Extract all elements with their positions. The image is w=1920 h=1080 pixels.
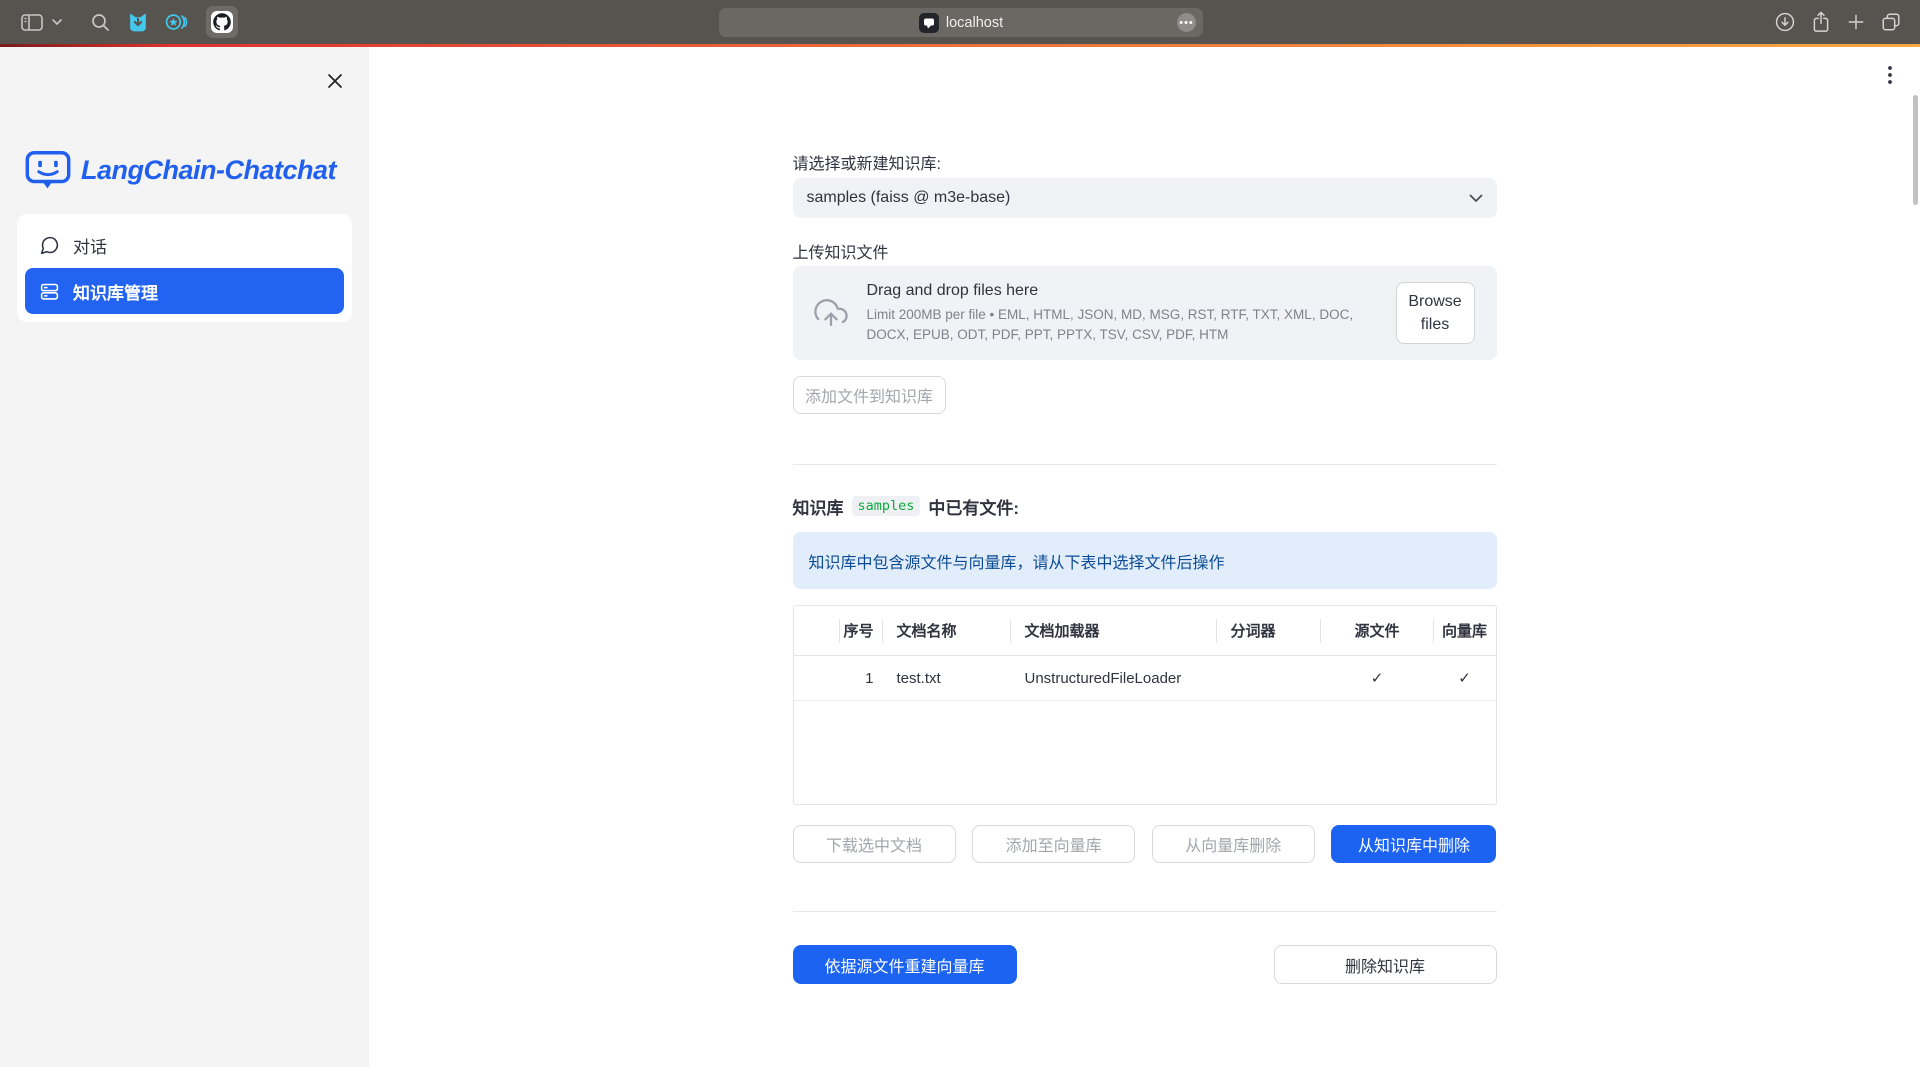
tab-overview-icon[interactable] bbox=[1880, 11, 1902, 33]
chevron-down-icon[interactable] bbox=[50, 8, 64, 36]
cell-loader: UnstructuredFileLoader bbox=[1011, 656, 1217, 700]
column-header-splitter: 分词器 bbox=[1217, 606, 1321, 655]
cell-sourcefile-check: ✓ bbox=[1321, 656, 1434, 700]
app-logo-text: LangChain-Chatchat bbox=[81, 155, 336, 186]
sidebar-nav: 对话 知识库管理 bbox=[17, 214, 352, 322]
sidebar-item-dialogue[interactable]: 对话 bbox=[25, 222, 344, 268]
kb-select-value: samples (faiss @ m3e-base) bbox=[807, 189, 1011, 207]
delete-kb-global-button[interactable]: 删除知识库 bbox=[1274, 945, 1497, 984]
cell-index: 1 bbox=[840, 656, 883, 700]
search-icon[interactable] bbox=[86, 8, 114, 36]
chat-bubble-logo-icon bbox=[25, 150, 71, 190]
browser-toolbar: localhost ••• bbox=[0, 0, 1920, 44]
site-favicon bbox=[919, 13, 939, 33]
table-row[interactable]: 1 test.txt UnstructuredFileLoader ✓ ✓ bbox=[794, 656, 1496, 701]
address-bar[interactable]: localhost ••• bbox=[719, 8, 1203, 37]
column-header-sourcefile: 源文件 bbox=[1321, 606, 1434, 655]
existing-files-heading: 知识库 samples 中已有文件: bbox=[793, 495, 1497, 517]
cloud-upload-icon bbox=[811, 296, 851, 330]
close-icon bbox=[326, 72, 344, 90]
info-banner: 知识库中包含源文件与向量库，请从下表中选择文件后操作 bbox=[793, 532, 1497, 589]
divider bbox=[793, 464, 1497, 465]
kb-name-code: samples bbox=[852, 496, 921, 516]
table-header-row: 序号 文档名称 文档加载器 分词器 源文件 向量库 bbox=[794, 606, 1496, 656]
cell-docname: test.txt bbox=[883, 656, 1011, 700]
delete-from-vectorstore-button[interactable]: 从向量库删除 bbox=[1152, 825, 1315, 863]
sidebar-toggle-icon[interactable] bbox=[18, 8, 46, 36]
github-tab[interactable] bbox=[206, 6, 238, 38]
app-logo: LangChain-Chatchat bbox=[25, 150, 369, 190]
column-header-loader: 文档加载器 bbox=[1011, 606, 1217, 655]
column-header-index: 序号 bbox=[840, 606, 883, 655]
kb-global-actions: 依据源文件重建向量库 删除知识库 bbox=[793, 945, 1497, 984]
new-tab-icon[interactable] bbox=[1846, 12, 1866, 32]
extension-downloader-icon[interactable] bbox=[124, 8, 152, 36]
chat-icon bbox=[39, 235, 60, 256]
page-options-button[interactable]: ••• bbox=[1177, 13, 1196, 32]
heading-suffix: 中已有文件: bbox=[928, 494, 1019, 519]
cell-splitter bbox=[1217, 656, 1321, 700]
heading-prefix: 知识库 bbox=[793, 494, 844, 519]
file-actions: 下载选中文档 添加至向量库 从向量库删除 从知识库中删除 bbox=[793, 825, 1497, 863]
files-table[interactable]: 序号 文档名称 文档加载器 分词器 源文件 向量库 1 test.txt Uns… bbox=[793, 605, 1497, 805]
scrollbar-thumb[interactable] bbox=[1913, 95, 1918, 205]
extension-radar-icon[interactable] bbox=[162, 8, 190, 36]
downloads-icon[interactable] bbox=[1774, 11, 1796, 33]
app-menu-button[interactable] bbox=[1878, 63, 1902, 87]
browse-files-button[interactable]: Browse files bbox=[1396, 282, 1475, 344]
sidebar-item-label: 知识库管理 bbox=[73, 279, 158, 304]
dropzone-title: Drag and drop files here bbox=[867, 282, 1377, 300]
kb-select-label: 请选择或新建知识库: bbox=[793, 150, 1497, 170]
delete-from-kb-button[interactable]: 从知识库中删除 bbox=[1331, 825, 1496, 863]
file-dropzone[interactable]: Drag and drop files here Limit 200MB per… bbox=[793, 266, 1497, 360]
sidebar-close-button[interactable] bbox=[323, 69, 347, 93]
add-to-vectorstore-button[interactable]: 添加至向量库 bbox=[972, 825, 1135, 863]
column-header-vectorstore: 向量库 bbox=[1434, 606, 1496, 655]
chevron-down-icon bbox=[1469, 194, 1483, 203]
download-selected-button[interactable]: 下载选中文档 bbox=[793, 825, 956, 863]
share-icon[interactable] bbox=[1810, 10, 1832, 34]
add-files-to-kb-button[interactable]: 添加文件到知识库 bbox=[793, 376, 946, 414]
cell-marker bbox=[794, 656, 840, 700]
kebab-menu-icon bbox=[1888, 66, 1892, 84]
upload-label: 上传知识文件 bbox=[793, 239, 1497, 259]
sidebar: LangChain-Chatchat 对话 知识库管理 bbox=[0, 47, 369, 1080]
knowledge-base-icon bbox=[39, 281, 60, 302]
cell-vectorstore-check: ✓ bbox=[1434, 656, 1496, 700]
divider bbox=[793, 911, 1497, 912]
main-area: 请选择或新建知识库: samples (faiss @ m3e-base) 上传… bbox=[369, 47, 1920, 1080]
column-header-docname: 文档名称 bbox=[883, 606, 1011, 655]
rebuild-vectorstore-button[interactable]: 依据源文件重建向量库 bbox=[793, 945, 1017, 984]
dropzone-hint: Limit 200MB per file • EML, HTML, JSON, … bbox=[867, 305, 1377, 344]
kb-select[interactable]: samples (faiss @ m3e-base) bbox=[793, 178, 1497, 218]
sidebar-item-label: 对话 bbox=[73, 233, 107, 258]
sidebar-item-knowledge-base[interactable]: 知识库管理 bbox=[25, 268, 344, 314]
column-header-marker bbox=[794, 606, 840, 655]
url-text: localhost bbox=[946, 15, 1003, 31]
